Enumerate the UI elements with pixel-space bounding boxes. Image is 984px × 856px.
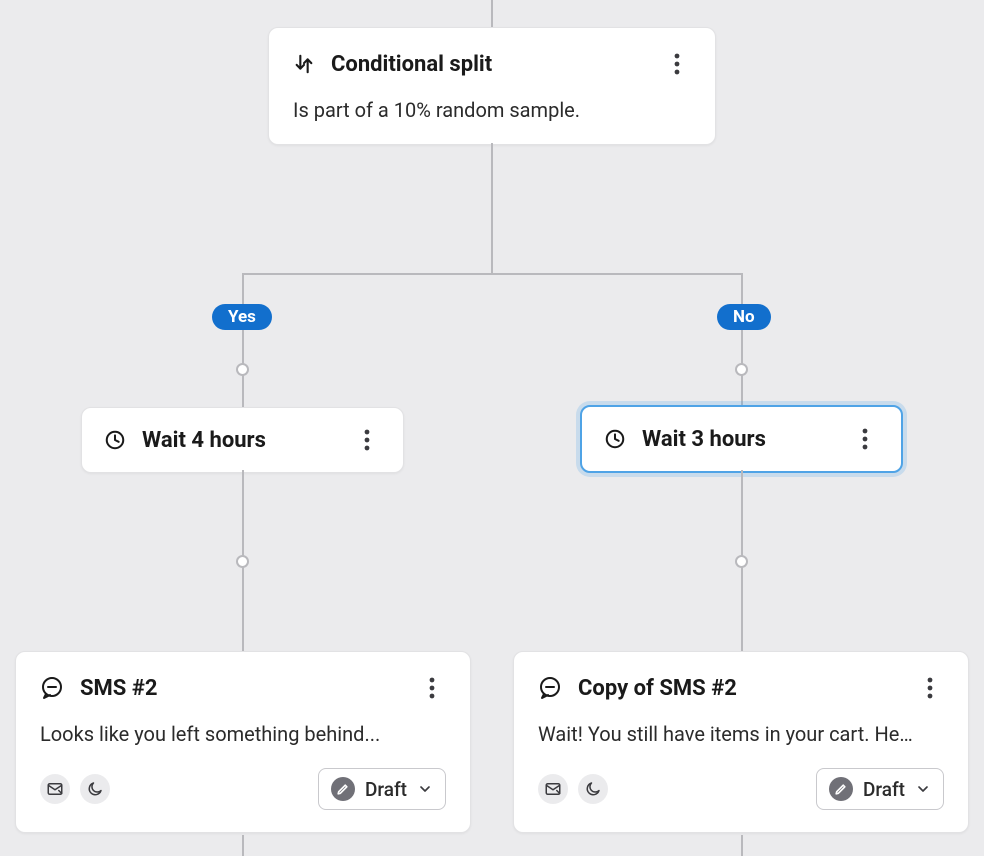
- sms-preview: Wait! You still have items in your cart.…: [538, 722, 944, 746]
- more-vertical-icon: [862, 428, 868, 450]
- connector-node: [735, 555, 748, 568]
- connector: [242, 273, 244, 407]
- status-dropdown[interactable]: Draft: [816, 768, 944, 810]
- sms-card-no[interactable]: Copy of SMS #2 Wait! You still have item…: [513, 651, 969, 833]
- sms-title: SMS #2: [80, 676, 157, 701]
- smart-send-icon[interactable]: [40, 774, 70, 804]
- quiet-hours-icon[interactable]: [80, 774, 110, 804]
- wait-title: Wait 4 hours: [142, 428, 266, 453]
- connector: [491, 143, 493, 273]
- sms-icon: [40, 676, 64, 700]
- sms-card-yes[interactable]: SMS #2 Looks like you left something beh…: [15, 651, 471, 833]
- wait-card-no[interactable]: Wait 3 hours: [580, 405, 903, 473]
- pencil-circle-icon: [331, 777, 355, 801]
- clock-icon: [104, 429, 126, 451]
- status-label: Draft: [863, 778, 905, 801]
- connector: [242, 835, 244, 856]
- card-more-button[interactable]: [851, 425, 879, 453]
- quiet-hours-icon[interactable]: [578, 774, 608, 804]
- card-more-button[interactable]: [418, 674, 446, 702]
- branch-label-no: No: [717, 304, 771, 330]
- status-dropdown[interactable]: Draft: [318, 768, 446, 810]
- connector-node: [236, 363, 249, 376]
- pencil-circle-icon: [829, 777, 853, 801]
- status-label: Draft: [365, 778, 407, 801]
- connector-node: [735, 363, 748, 376]
- sms-icon: [538, 676, 562, 700]
- wait-card-yes[interactable]: Wait 4 hours: [81, 407, 404, 473]
- card-more-button[interactable]: [663, 50, 691, 78]
- connector: [741, 835, 743, 856]
- conditional-split-title: Conditional split: [331, 52, 492, 77]
- more-vertical-icon: [429, 677, 435, 699]
- connector: [242, 273, 742, 275]
- flow-canvas: Conditional split Is part of a 10% rando…: [0, 0, 984, 856]
- connector: [741, 273, 743, 407]
- split-icon: [293, 53, 315, 75]
- clock-icon: [604, 428, 626, 450]
- chevron-down-icon: [915, 781, 931, 797]
- more-vertical-icon: [927, 677, 933, 699]
- more-vertical-icon: [674, 53, 680, 75]
- conditional-split-description: Is part of a 10% random sample.: [293, 98, 691, 122]
- card-more-button[interactable]: [353, 426, 381, 454]
- chevron-down-icon: [417, 781, 433, 797]
- sms-preview: Looks like you left something behind...: [40, 722, 446, 746]
- wait-title: Wait 3 hours: [642, 427, 766, 452]
- smart-send-icon[interactable]: [538, 774, 568, 804]
- connector: [491, 0, 493, 27]
- more-vertical-icon: [364, 429, 370, 451]
- card-more-button[interactable]: [916, 674, 944, 702]
- sms-title: Copy of SMS #2: [578, 676, 737, 701]
- conditional-split-card[interactable]: Conditional split Is part of a 10% rando…: [268, 27, 716, 145]
- branch-label-yes: Yes: [212, 304, 272, 330]
- connector-node: [236, 555, 249, 568]
